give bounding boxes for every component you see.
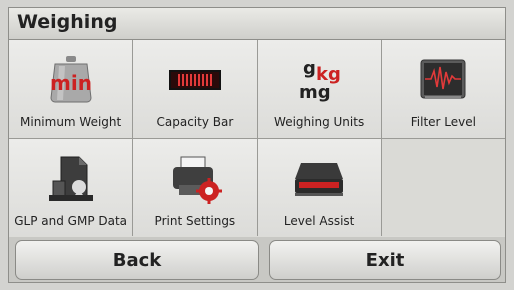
empty-tile (381, 138, 505, 236)
menu-grid: min Minimum Weight Capacity Bar g kg mg … (9, 40, 505, 236)
weighing-menu-screen: Weighing min Minimum Weight Capacity Bar… (8, 7, 506, 283)
capacity-bar-icon (168, 70, 221, 90)
print-settings-label: Print Settings (154, 213, 236, 228)
print-settings-tile[interactable]: Print Settings (133, 138, 257, 236)
svg-text:mg: mg (299, 82, 331, 103)
page-title: Weighing (17, 11, 118, 33)
back-button[interactable]: Back (15, 240, 259, 280)
level-assist-icon (295, 162, 344, 196)
filter-level-icon (420, 59, 466, 99)
weighing-units-icon: g kg mg (299, 58, 341, 103)
weighing-units-label: Weighing Units (274, 115, 365, 129)
capacity-bar-tile[interactable]: Capacity Bar (133, 40, 257, 138)
minimum-weight-icon: min (50, 56, 92, 103)
filter-level-label: Filter Level (410, 115, 476, 129)
minimum-weight-label: Minimum Weight (20, 115, 122, 129)
print-settings-icon (172, 156, 222, 204)
minimum-weight-tile[interactable]: min Minimum Weight (9, 40, 133, 138)
glp-gmp-data-label: GLP and GMP Data (14, 213, 128, 228)
exit-button[interactable]: Exit (269, 240, 501, 280)
title-bar: Weighing (9, 8, 505, 40)
level-assist-label: Level Assist (283, 213, 355, 228)
weighing-units-tile[interactable]: g kg mg Weighing Units (257, 40, 381, 138)
svg-text:g: g (303, 58, 316, 79)
glp-gmp-data-tile[interactable]: GLP and GMP Data (9, 138, 133, 236)
svg-text:min: min (50, 71, 92, 95)
capacity-bar-label: Capacity Bar (156, 115, 234, 129)
filter-level-tile[interactable]: Filter Level (381, 40, 505, 138)
bottom-button-bar: Back Exit (9, 237, 505, 282)
level-assist-tile[interactable]: Level Assist (257, 138, 381, 236)
glp-gmp-data-icon (48, 156, 93, 201)
